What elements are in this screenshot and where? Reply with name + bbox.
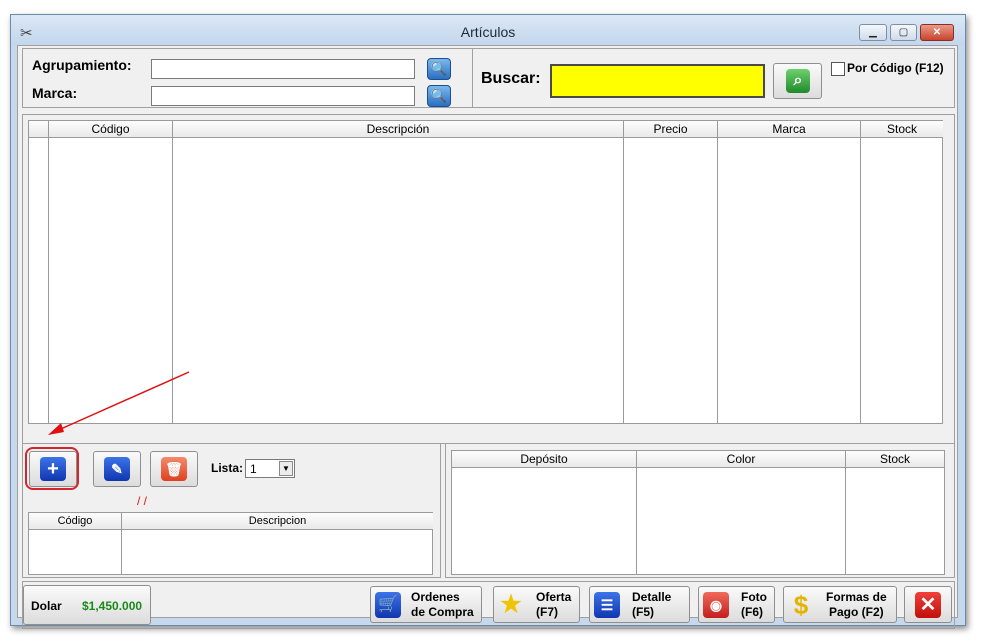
annotation-arrow: [48, 371, 190, 435]
